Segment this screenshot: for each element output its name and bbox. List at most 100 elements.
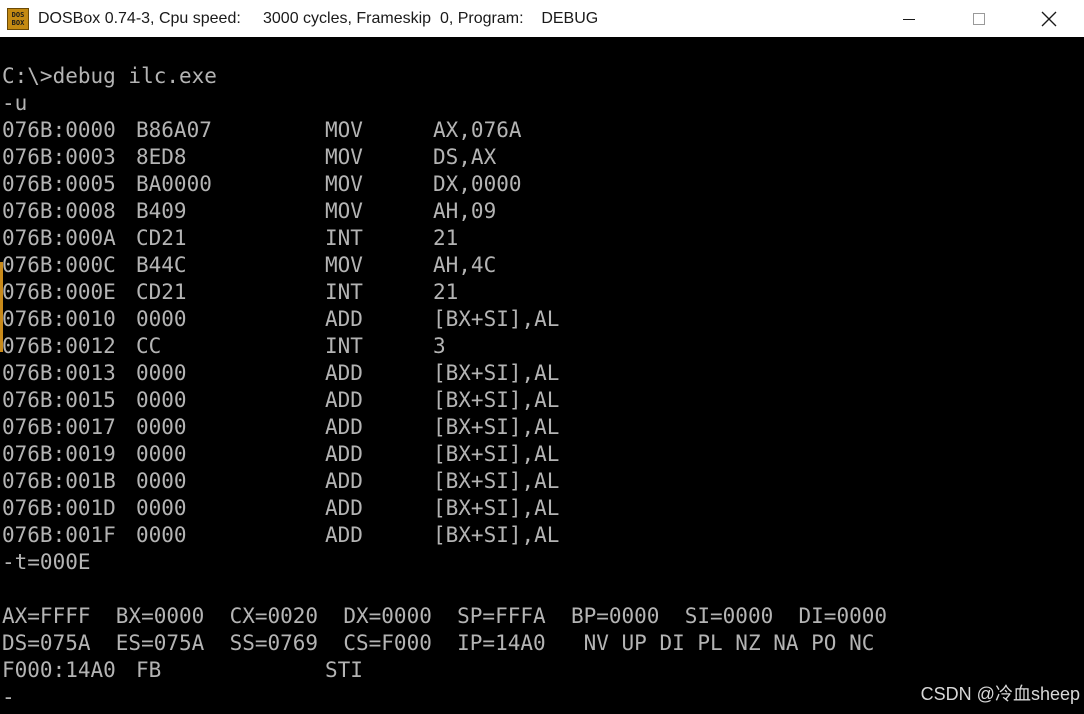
disasm-address: 076B:001B	[2, 469, 116, 493]
window-title: DOSBox 0.74-3, Cpu speed: 3000 cycles, F…	[38, 9, 599, 27]
disasm-bytes: CD21	[136, 226, 187, 250]
app-icon-text-bottom: BOX	[11, 18, 25, 27]
maximize-icon	[973, 12, 985, 25]
registers-line-1: AX=FFFF BX=0000 CX=0020 DX=0000 SP=FFFA …	[2, 604, 888, 628]
disasm-row: 076B:0005 BA0000 MOV DX,0000	[2, 171, 802, 198]
disasm-row: 076B:000C B44C MOV AH,4C	[2, 252, 802, 279]
disasm-operands: AH,4C	[433, 253, 497, 277]
unassemble-command: -u	[2, 91, 28, 115]
disasm-mnemonic: MOV	[325, 253, 363, 277]
disasm-row: 076B:001F 0000 ADD [BX+SI],AL	[2, 522, 802, 549]
current-instruction-bytes: FB	[136, 658, 162, 682]
disasm-row: 076B:0013 0000 ADD [BX+SI],AL	[2, 360, 802, 387]
disasm-operands: AX,076A	[433, 118, 522, 142]
disasm-mnemonic: INT	[325, 226, 363, 250]
disasm-mnemonic: ADD	[325, 361, 363, 385]
disasm-bytes: 0000	[136, 496, 187, 520]
disasm-operands: [BX+SI],AL	[433, 496, 560, 520]
disasm-operands: 21	[433, 280, 459, 304]
disasm-bytes: 0000	[136, 442, 187, 466]
disasm-row: 076B:0017 0000 ADD [BX+SI],AL	[2, 414, 802, 441]
current-instruction-address: F000:14A0	[2, 658, 116, 682]
disasm-operands: 3	[433, 334, 446, 358]
disasm-row: 076B:0019 0000 ADD [BX+SI],AL	[2, 441, 802, 468]
dosbox-app-icon[interactable]: DOS BOX	[7, 7, 29, 30]
disasm-bytes: 0000	[136, 523, 187, 547]
disasm-operands: AH,09	[433, 199, 497, 223]
disasm-bytes: 0000	[136, 307, 187, 331]
disasm-mnemonic: MOV	[325, 199, 363, 223]
disasm-bytes: 0000	[136, 415, 187, 439]
close-icon	[1041, 11, 1057, 26]
registers-line-2: DS=075A ES=075A SS=0769 CS=F000 IP=14A0 …	[2, 631, 875, 655]
disasm-row: 076B:0012 CC INT 3	[2, 333, 802, 360]
disasm-address: 076B:0012	[2, 334, 116, 358]
disasm-bytes: 0000	[136, 469, 187, 493]
disasm-bytes: 0000	[136, 361, 187, 385]
dosbox-window: DOS BOX DOSBox 0.74-3, Cpu speed: 3000 c…	[0, 0, 1084, 714]
title-bar[interactable]: DOS BOX DOSBox 0.74-3, Cpu speed: 3000 c…	[0, 0, 1084, 37]
disasm-address: 076B:001D	[2, 496, 116, 520]
disasm-mnemonic: INT	[325, 280, 363, 304]
disasm-address: 076B:0015	[2, 388, 116, 412]
command-line: C:\>debug ilc.exe	[2, 64, 217, 88]
disasm-operands: [BX+SI],AL	[433, 523, 560, 547]
disasm-address: 076B:0013	[2, 361, 116, 385]
disasm-mnemonic: MOV	[325, 172, 363, 196]
disasm-address: 076B:0019	[2, 442, 116, 466]
disasm-mnemonic: MOV	[325, 118, 363, 142]
disasm-address: 076B:0017	[2, 415, 116, 439]
disasm-address: 076B:0010	[2, 307, 116, 331]
current-instruction-mnemonic: STI	[325, 658, 363, 682]
disasm-operands: [BX+SI],AL	[433, 388, 560, 412]
disasm-operands: DX,0000	[433, 172, 522, 196]
disasm-operands: [BX+SI],AL	[433, 442, 560, 466]
disasm-row: 076B:000A CD21 INT 21	[2, 225, 802, 252]
disasm-mnemonic: ADD	[325, 496, 363, 520]
disasm-row: 076B:0000 B86A07 MOV AX,076A	[2, 117, 802, 144]
disasm-bytes: B86A07	[136, 118, 212, 142]
disasm-operands: [BX+SI],AL	[433, 415, 560, 439]
disasm-mnemonic: ADD	[325, 388, 363, 412]
disasm-bytes: BA0000	[136, 172, 212, 196]
disasm-operands: [BX+SI],AL	[433, 361, 560, 385]
command-prompt: -	[2, 685, 15, 709]
minimize-icon	[903, 18, 915, 20]
disasm-bytes: B409	[136, 199, 187, 223]
disasm-operands: [BX+SI],AL	[433, 307, 560, 331]
csdn-watermark: CSDN @冷血sheep	[920, 684, 1080, 704]
disasm-address: 076B:0005	[2, 172, 116, 196]
disasm-mnemonic: ADD	[325, 307, 363, 331]
disasm-bytes: 0000	[136, 388, 187, 412]
disasm-bytes: CD21	[136, 280, 187, 304]
disasm-mnemonic: INT	[325, 334, 363, 358]
app-icon-text-top: DOS	[11, 10, 25, 19]
dos-console[interactable]: C:\>debug ilc.exe -u 076B:0000 B86A07 MOV A…	[0, 37, 1084, 714]
disasm-mnemonic: ADD	[325, 442, 363, 466]
disasm-address: 076B:0003	[2, 145, 116, 169]
disasm-row: 076B:001D 0000 ADD [BX+SI],AL	[2, 495, 802, 522]
disasm-address: 076B:000E	[2, 280, 116, 304]
disasm-mnemonic: ADD	[325, 469, 363, 493]
close-button[interactable]	[1014, 0, 1084, 37]
window-controls	[874, 0, 1084, 37]
disasm-address: 076B:000C	[2, 253, 116, 277]
disasm-mnemonic: MOV	[325, 145, 363, 169]
disasm-row: 076B:0003 8ED8 MOV DS,AX	[2, 144, 802, 171]
disasm-mnemonic: ADD	[325, 415, 363, 439]
disasm-operands: [BX+SI],AL	[433, 469, 560, 493]
disasm-mnemonic: ADD	[325, 523, 363, 547]
disasm-address: 076B:000A	[2, 226, 116, 250]
current-instruction-row: F000:14A0 FB STI	[2, 657, 802, 684]
disasm-row: 076B:0010 0000 ADD [BX+SI],AL	[2, 306, 802, 333]
disasm-bytes: CC	[136, 334, 162, 358]
maximize-button[interactable]	[944, 0, 1014, 37]
disasm-bytes: B44C	[136, 253, 187, 277]
disasm-address: 076B:0000	[2, 118, 116, 142]
minimize-button[interactable]	[874, 0, 944, 37]
disasm-row: 076B:001B 0000 ADD [BX+SI],AL	[2, 468, 802, 495]
disasm-operands: 21	[433, 226, 459, 250]
disasm-row: 076B:0015 0000 ADD [BX+SI],AL	[2, 387, 802, 414]
disasm-row: 076B:000E CD21 INT 21	[2, 279, 802, 306]
trace-command: -t=000E	[2, 550, 91, 574]
